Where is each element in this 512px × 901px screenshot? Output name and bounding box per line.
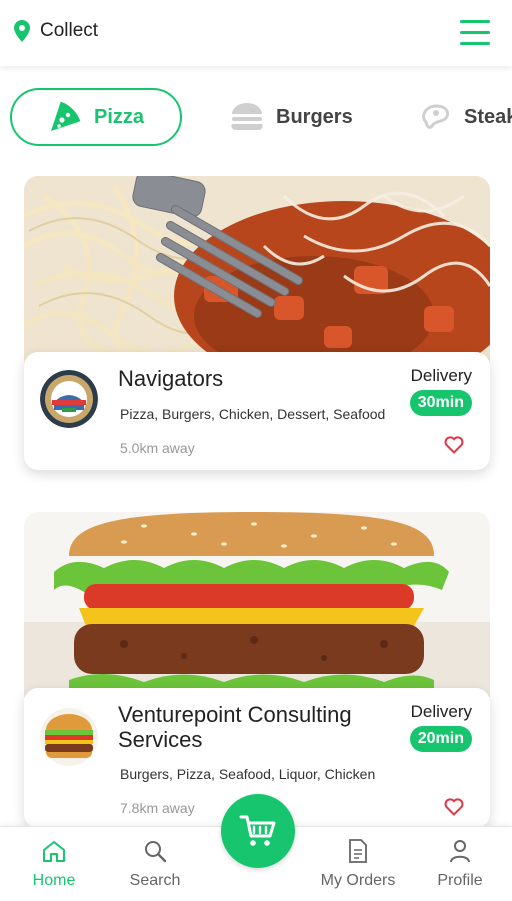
heart-icon[interactable] xyxy=(444,436,464,454)
category-label-burgers: Burgers xyxy=(276,105,353,128)
user-icon xyxy=(450,840,470,863)
cart-icon xyxy=(239,815,276,846)
nav-my-orders-label: My Orders xyxy=(320,872,396,889)
location-label: Collect xyxy=(40,20,99,41)
home-icon xyxy=(43,841,65,862)
nav-search-label: Search xyxy=(129,872,181,889)
delivery-eta-badge: 30min xyxy=(409,390,472,416)
restaurant-name: Venturepoint Consulting Services xyxy=(118,702,352,752)
document-icon xyxy=(349,839,367,863)
cart-button[interactable] xyxy=(221,794,295,868)
nav-my-orders[interactable]: My Orders xyxy=(313,839,403,890)
category-tab-burgers[interactable]: Burgers xyxy=(230,88,353,146)
category-tab-steak[interactable]: Steak xyxy=(418,88,512,146)
restaurant-cuisines: Burgers, Pizza, Seafood, Liquor, Chicken xyxy=(120,766,376,782)
category-tabs: Pizza Burgers Steak xyxy=(10,88,512,148)
restaurant-distance: 7.8km away xyxy=(120,800,195,816)
burger-icon xyxy=(231,103,263,131)
restaurant-photo-burger xyxy=(24,512,490,697)
map-pin-icon xyxy=(14,20,30,42)
restaurant-logo-burger xyxy=(40,708,98,766)
nav-profile[interactable]: Profile xyxy=(415,839,505,890)
restaurant-cuisines: Pizza, Burgers, Chicken, Dessert, Seafoo… xyxy=(120,406,386,422)
pizza-icon xyxy=(50,101,81,131)
delivery-label: Delivery xyxy=(410,366,472,385)
restaurant-logo-navigators xyxy=(40,370,98,428)
location-selector[interactable]: Collect xyxy=(14,20,98,42)
heart-icon[interactable] xyxy=(444,798,464,816)
restaurant-info: Navigators Pizza, Burgers, Chicken, Dess… xyxy=(24,352,490,470)
nav-search[interactable]: Search xyxy=(110,839,200,890)
top-bar: Collect xyxy=(0,0,512,66)
category-label-pizza: Pizza xyxy=(93,105,145,128)
nav-profile-label: Profile xyxy=(437,872,483,889)
restaurant-name: Navigators xyxy=(118,366,224,391)
search-icon xyxy=(145,841,167,863)
nav-home[interactable]: Home xyxy=(9,839,99,890)
category-label-steak: Steak xyxy=(464,105,512,128)
delivery-eta-badge: 20min xyxy=(409,726,472,752)
nav-home-label: Home xyxy=(32,872,76,889)
restaurant-photo-pasta xyxy=(24,176,490,366)
restaurant-distance: 5.0km away xyxy=(120,440,195,456)
steak-icon xyxy=(422,104,450,129)
delivery-label: Delivery xyxy=(410,702,472,721)
hamburger-menu-icon[interactable] xyxy=(460,20,490,46)
category-tab-pizza[interactable]: Pizza xyxy=(10,88,182,146)
